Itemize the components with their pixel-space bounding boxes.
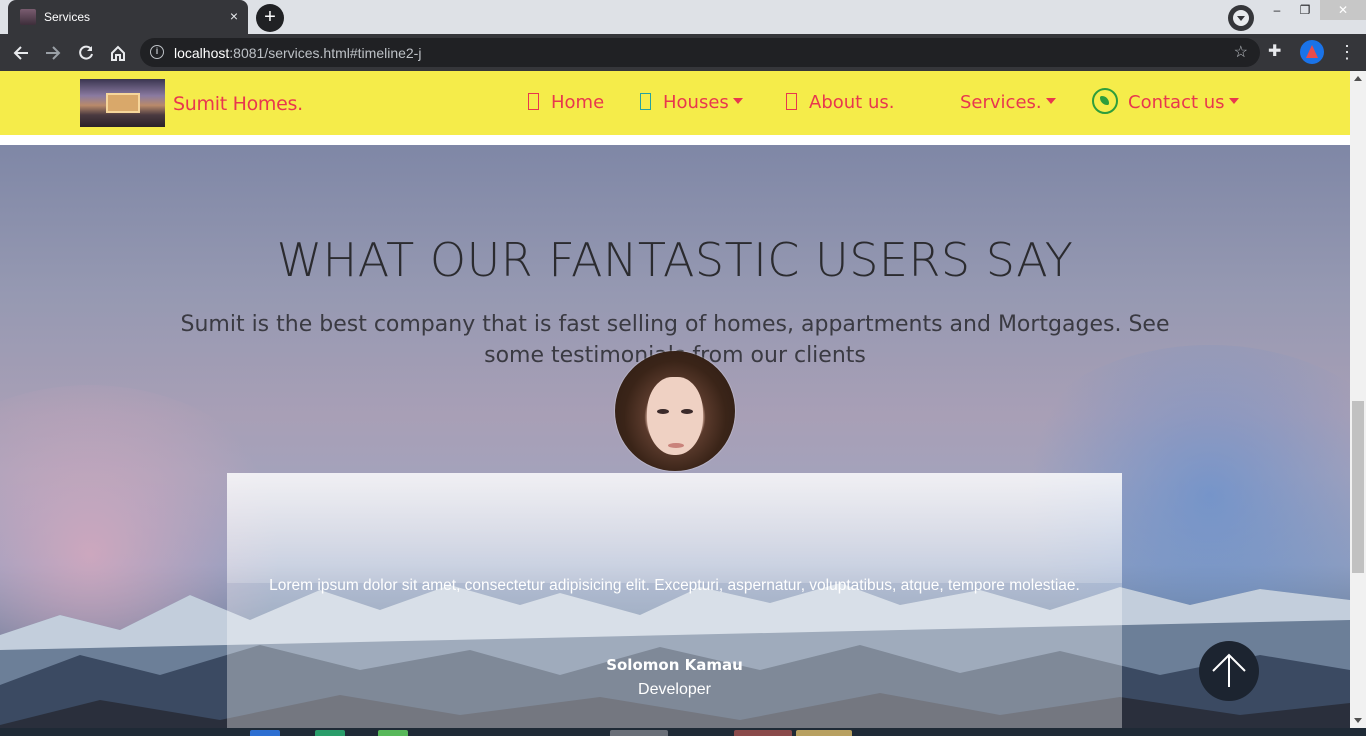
testimonial-card: Lorem ipsum dolor sit amet, consectetur … <box>227 473 1122 728</box>
nav-services-label: Services. <box>960 92 1042 113</box>
avatar-lips <box>668 443 684 448</box>
about-nav-icon <box>786 93 797 110</box>
taskbar-app-icon[interactable] <box>734 730 792 736</box>
back-to-top-button[interactable] <box>1199 641 1259 701</box>
forward-button[interactable] <box>40 40 66 66</box>
arrow-right-icon <box>46 46 61 60</box>
tab-title: Services <box>44 10 91 24</box>
home-nav-icon <box>528 93 539 110</box>
scroll-up-icon[interactable] <box>1354 76 1362 81</box>
new-tab-button[interactable]: + <box>256 4 284 32</box>
nav-contact[interactable]: Contact us <box>1092 88 1239 114</box>
os-taskbar <box>0 728 1366 736</box>
tab-search-button[interactable] <box>1228 5 1254 31</box>
url-text: localhost:8081/services.html#timeline2-j <box>174 45 421 61</box>
bookmark-star-icon[interactable]: ☆ <box>1234 42 1248 62</box>
scrollbar-thumb[interactable] <box>1352 401 1364 573</box>
testimonial-avatar <box>615 351 735 471</box>
url-path: :8081/services.html#timeline2-j <box>229 45 422 61</box>
browser-toolbar: i localhost:8081/services.html#timeline2… <box>0 34 1366 71</box>
taskbar-app-icon[interactable] <box>315 730 345 736</box>
browser-tab-services[interactable]: Services × <box>8 0 248 34</box>
site-navbar: Sumit Homes. Home Houses About us. Servi… <box>0 71 1350 135</box>
taskbar-app-icon[interactable] <box>796 730 852 736</box>
nav-houses[interactable]: Houses <box>640 92 743 116</box>
taskbar-app-icon[interactable] <box>610 730 668 736</box>
tab-favicon <box>20 9 36 25</box>
nav-about[interactable]: About us. <box>786 92 894 116</box>
reload-icon <box>79 45 93 60</box>
caret-down-icon <box>1228 98 1239 104</box>
section-title: WHAT OUR FANTASTIC USERS SAY <box>276 233 1074 287</box>
avatar-eye <box>681 409 693 414</box>
nav-about-label: About us. <box>809 92 895 113</box>
close-window-button[interactable]: ✕ <box>1320 0 1366 20</box>
back-button[interactable] <box>8 40 34 66</box>
houses-nav-icon <box>640 93 651 110</box>
minimize-button[interactable]: – <box>1262 0 1292 20</box>
nav-home[interactable]: Home <box>528 92 604 116</box>
profile-avatar[interactable] <box>1300 40 1324 64</box>
nav-home-label: Home <box>551 92 605 113</box>
brand-name[interactable]: Sumit Homes. <box>173 93 303 115</box>
arrow-left-icon <box>13 46 28 60</box>
caret-down-icon <box>732 98 743 104</box>
tab-close-icon[interactable]: × <box>230 8 238 24</box>
scroll-down-icon[interactable] <box>1354 718 1362 723</box>
card-highlight <box>227 473 1122 583</box>
testimonial-author: Solomon Kamau <box>606 656 743 674</box>
browser-tabstrip: Services × + – ❐ ✕ <box>0 0 1366 34</box>
home-icon <box>111 45 125 61</box>
whatsapp-icon <box>1092 88 1118 114</box>
nav-houses-label: Houses <box>663 92 729 113</box>
testimonial-role: Developer <box>638 681 711 698</box>
page-scrollbar[interactable] <box>1350 71 1366 728</box>
extensions-icon[interactable]: ✚ <box>1268 41 1281 61</box>
chevron-down-icon <box>1237 16 1245 21</box>
avatar-eye <box>657 409 669 414</box>
restore-button[interactable]: ❐ <box>1290 0 1320 20</box>
site-info-icon[interactable]: i <box>150 45 164 59</box>
page-viewport: Sumit Homes. Home Houses About us. Servi… <box>0 71 1350 728</box>
address-bar[interactable]: i localhost:8081/services.html#timeline2… <box>140 38 1260 67</box>
arrow-up-icon <box>1212 653 1246 687</box>
browser-menu-icon[interactable]: ⋮ <box>1338 40 1356 64</box>
brand-logo[interactable] <box>80 79 165 127</box>
reload-button[interactable] <box>73 40 99 66</box>
nav-contact-label: Contact us <box>1128 92 1225 113</box>
testimonial-quote: Lorem ipsum dolor sit amet, consectetur … <box>269 577 1080 594</box>
nav-services[interactable]: Services. <box>960 92 1056 116</box>
caret-down-icon <box>1045 98 1056 104</box>
taskbar-app-icon[interactable] <box>378 730 408 736</box>
home-button[interactable] <box>105 40 131 66</box>
taskbar-app-icon[interactable] <box>250 730 280 736</box>
url-host: localhost <box>174 45 230 61</box>
